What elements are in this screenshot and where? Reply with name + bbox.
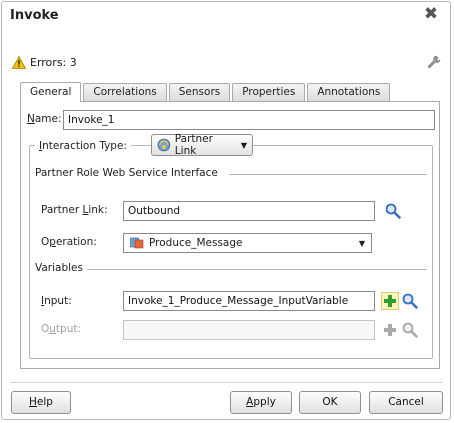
operation-value: Produce_Message: [149, 237, 243, 249]
operation-combobox[interactable]: Produce_Message ▼: [123, 233, 372, 253]
chevron-down-icon: ▼: [240, 140, 247, 150]
tab-correlations[interactable]: Correlations: [83, 83, 167, 101]
tab-annotations[interactable]: Annotations: [307, 83, 391, 101]
interaction-type-dropdown[interactable]: Partner Link ▼: [151, 133, 253, 157]
interaction-type-label: Interaction Type:: [35, 140, 131, 152]
tab-properties[interactable]: Properties: [232, 83, 306, 101]
wrench-icon[interactable]: [425, 54, 441, 70]
interaction-type-value: Partner Link: [174, 133, 213, 157]
input-variable-field[interactable]: Invoke_1_Produce_Message_InputVariable: [123, 291, 375, 311]
warning-icon: [12, 55, 26, 69]
variables-group-label: Variables: [35, 262, 83, 274]
invoke-dialog: Invoke ✖ Errors: 3 General Correlations …: [1, 1, 451, 420]
name-label: Name:: [27, 113, 62, 125]
errors-indicator[interactable]: Errors: 3: [12, 54, 77, 70]
operation-icon: [130, 237, 144, 249]
search-icon[interactable]: [401, 321, 419, 339]
operation-label: Operation:: [41, 236, 97, 248]
cancel-button[interactable]: Cancel: [369, 391, 443, 414]
ok-button[interactable]: OK: [299, 391, 361, 414]
close-icon[interactable]: ✖: [423, 6, 439, 23]
output-variable-field[interactable]: [123, 320, 375, 340]
dialog-title: Invoke: [10, 8, 59, 23]
partner-link-label: Partner Link:: [41, 204, 108, 216]
tab-general[interactable]: General: [20, 82, 82, 102]
apply-button[interactable]: Apply: [230, 391, 292, 414]
footer-divider: [10, 382, 442, 383]
partner-role-group-label: Partner Role Web Service Interface: [35, 167, 218, 179]
tab-sensors[interactable]: Sensors: [168, 83, 231, 101]
partner-link-field[interactable]: Outbound: [123, 201, 375, 221]
general-tab-panel: Name: Invoke_1 Interaction Type: Partner…: [20, 101, 440, 369]
variables-divider: [87, 269, 427, 270]
add-icon[interactable]: [381, 292, 399, 310]
search-icon[interactable]: [384, 202, 402, 220]
partner-link-icon: [157, 138, 171, 152]
chevron-down-icon: ▼: [358, 238, 365, 248]
name-field[interactable]: Invoke_1: [63, 110, 435, 130]
output-label: Output:: [41, 323, 82, 335]
input-label: Input:: [41, 295, 72, 307]
search-icon[interactable]: [401, 292, 419, 310]
add-icon[interactable]: [381, 321, 399, 339]
tab-strip: General Correlations Sensors Properties …: [20, 82, 392, 102]
partner-role-divider: [229, 174, 427, 175]
help-button[interactable]: Help: [11, 391, 71, 414]
name-label-rest: ame:: [34, 113, 62, 125]
errors-label: Errors: 3: [30, 55, 77, 69]
